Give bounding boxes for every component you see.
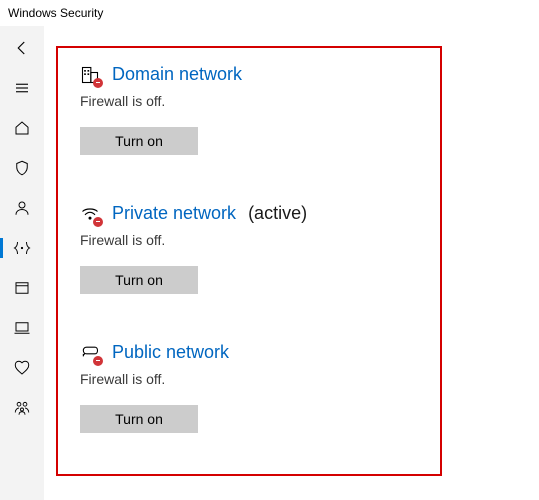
sidebar-item-health[interactable]: [0, 348, 44, 388]
app-browser-icon: [13, 279, 31, 297]
menu-button[interactable]: [0, 68, 44, 108]
sidebar-item-account[interactable]: [0, 188, 44, 228]
window-title: Windows Security: [0, 0, 539, 26]
turn-on-button[interactable]: Turn on: [80, 266, 198, 294]
network-title-link[interactable]: Private network: [112, 203, 236, 224]
person-icon: [13, 199, 31, 217]
turn-on-button[interactable]: Turn on: [80, 405, 198, 433]
family-icon: [13, 399, 31, 417]
heart-icon: [13, 359, 31, 377]
turn-on-button[interactable]: Turn on: [80, 127, 198, 155]
firewall-icon: [13, 239, 31, 257]
network-header: Domain network: [80, 64, 418, 85]
menu-icon: [13, 79, 31, 97]
highlight-box: Domain network Firewall is off. Turn on: [56, 46, 442, 476]
alert-badge-icon: [93, 78, 103, 88]
network-status: Firewall is off.: [80, 371, 418, 387]
sidebar-item-device[interactable]: [0, 308, 44, 348]
network-header: Public network: [80, 342, 418, 363]
home-icon: [13, 119, 31, 137]
network-header: Private network (active): [80, 203, 418, 224]
layout: Domain network Firewall is off. Turn on: [0, 26, 539, 500]
back-icon: [13, 39, 31, 57]
sidebar-item-app-browser[interactable]: [0, 268, 44, 308]
public-network-icon: [80, 343, 100, 363]
network-status: Firewall is off.: [80, 232, 418, 248]
network-title-link[interactable]: Domain network: [112, 64, 242, 85]
alert-badge-icon: [93, 356, 103, 366]
alert-badge-icon: [93, 217, 103, 227]
domain-network-icon: [80, 65, 100, 85]
sidebar-item-firewall[interactable]: [0, 228, 44, 268]
network-section-public: Public network Firewall is off. Turn on: [80, 342, 418, 433]
sidebar-item-protection[interactable]: [0, 148, 44, 188]
sidebar-item-family[interactable]: [0, 388, 44, 428]
main-content: Domain network Firewall is off. Turn on: [44, 26, 539, 500]
network-section-domain: Domain network Firewall is off. Turn on: [80, 64, 418, 155]
back-button[interactable]: [0, 28, 44, 68]
private-network-icon: [80, 204, 100, 224]
device-icon: [13, 319, 31, 337]
sidebar: [0, 26, 44, 500]
sidebar-item-home[interactable]: [0, 108, 44, 148]
network-title-link[interactable]: Public network: [112, 342, 229, 363]
network-active-label: (active): [248, 203, 307, 224]
network-status: Firewall is off.: [80, 93, 418, 109]
shield-icon: [13, 159, 31, 177]
network-section-private: Private network (active) Firewall is off…: [80, 203, 418, 294]
